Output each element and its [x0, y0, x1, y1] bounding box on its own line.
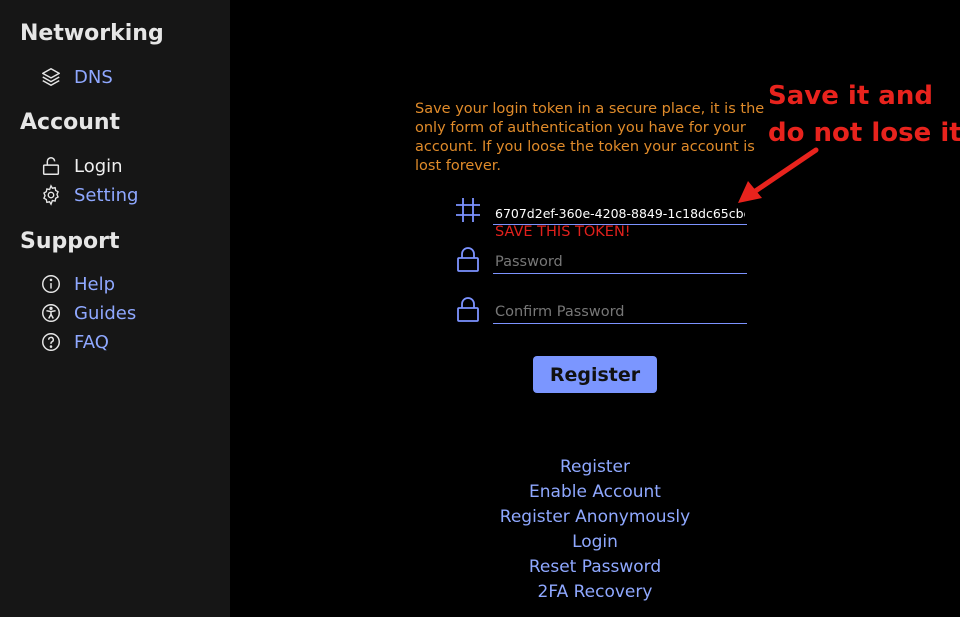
- sidebar-item-login[interactable]: Login: [40, 155, 123, 177]
- section-title-networking: Networking: [20, 21, 164, 46]
- link-register-anonymously[interactable]: Register Anonymously: [455, 505, 735, 530]
- sidebar-item-label: DNS: [74, 66, 113, 88]
- sidebar-item-dns[interactable]: DNS: [40, 66, 113, 88]
- lock-icon: [453, 244, 483, 274]
- hash-icon: [453, 195, 483, 225]
- token-notice: Save your login token in a secure place,…: [415, 101, 765, 174]
- question-icon: [40, 331, 62, 353]
- section-title-account: Account: [20, 110, 121, 135]
- token-warning: SAVE THIS TOKEN!: [495, 224, 631, 240]
- gear-icon: [40, 184, 62, 206]
- link-reset-password[interactable]: Reset Password: [455, 555, 735, 580]
- password-field-row: [453, 244, 747, 274]
- layers-icon: [40, 66, 62, 88]
- sidebar-item-label: FAQ: [74, 331, 109, 353]
- link-2fa-recovery[interactable]: 2FA Recovery: [455, 580, 735, 605]
- sidebar-item-setting[interactable]: Setting: [40, 184, 138, 206]
- annotation-callout: Save it and do not lose it!: [768, 78, 960, 152]
- info-icon: [40, 273, 62, 295]
- sidebar-item-guides[interactable]: Guides: [40, 302, 136, 324]
- accessibility-icon: [40, 302, 62, 324]
- password-input[interactable]: [493, 252, 747, 274]
- sidebar-item-help[interactable]: Help: [40, 273, 115, 295]
- link-register[interactable]: Register: [455, 455, 735, 480]
- sidebar-item-label: Setting: [74, 184, 139, 206]
- sidebar: Networking DNS Account Login Setting Sup…: [0, 0, 230, 617]
- confirm-password-field-row: [453, 294, 747, 324]
- sidebar-item-faq[interactable]: FAQ: [40, 331, 109, 353]
- annotation-line-1: Save it and: [768, 81, 933, 111]
- register-button[interactable]: Register: [533, 356, 657, 393]
- lock-icon: [40, 155, 62, 177]
- sidebar-item-label: Guides: [74, 302, 137, 324]
- section-title-support: Support: [20, 229, 120, 254]
- auth-links: Register Enable Account Register Anonymo…: [455, 455, 735, 605]
- link-login[interactable]: Login: [455, 530, 735, 555]
- annotation-arrow-icon: [738, 147, 819, 203]
- token-field-row: [453, 195, 747, 225]
- lock-icon: [453, 294, 483, 324]
- sidebar-item-label: Help: [74, 273, 116, 295]
- link-enable-account[interactable]: Enable Account: [455, 480, 735, 505]
- token-input[interactable]: [493, 204, 747, 225]
- sidebar-item-label: Login: [74, 155, 123, 177]
- confirm-password-input[interactable]: [493, 302, 747, 324]
